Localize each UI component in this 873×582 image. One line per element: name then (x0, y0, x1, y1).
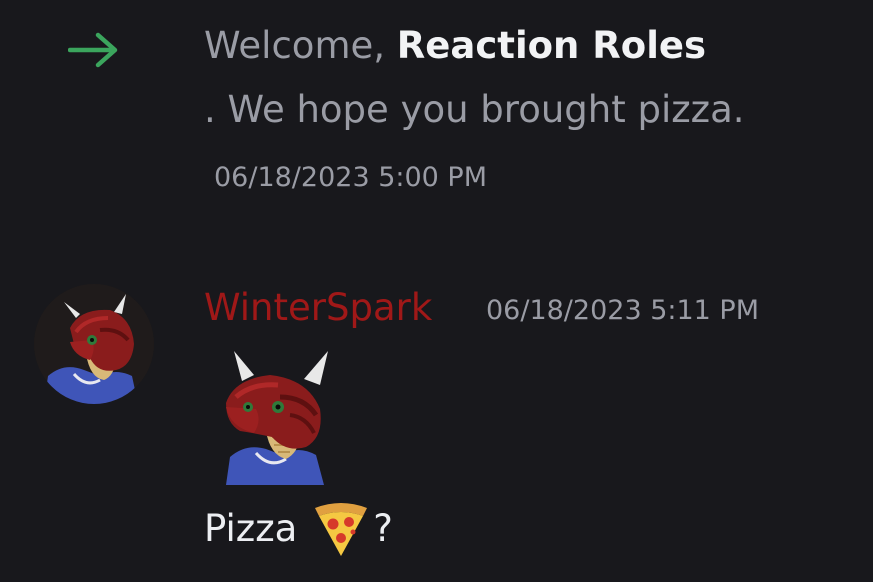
avatar[interactable] (34, 284, 154, 404)
message-text-suffix: ? (373, 507, 393, 550)
dragon-sticker-icon (226, 351, 328, 485)
dragon-sticker[interactable] (220, 345, 338, 485)
joined-member-name[interactable]: Reaction Roles (397, 24, 706, 67)
join-message: Welcome, Reaction Roles . We hope you br… (204, 22, 844, 134)
join-suffix: . We hope you brought pizza. (204, 88, 745, 131)
message-author[interactable]: WinterSpark (204, 284, 432, 332)
chat-log: Welcome, Reaction Roles . We hope you br… (0, 0, 873, 582)
message-content: Pizza ? (204, 500, 393, 558)
join-arrow-icon (67, 28, 120, 72)
pizza-emoji-icon[interactable] (311, 500, 371, 558)
message-timestamp[interactable]: 06/18/2023 5:11 PM (486, 293, 759, 329)
join-prefix: Welcome, (204, 24, 397, 67)
dragon-avatar-icon (34, 284, 154, 404)
join-timestamp[interactable]: 06/18/2023 5:00 PM (214, 160, 487, 196)
message-text: Pizza (204, 507, 298, 550)
